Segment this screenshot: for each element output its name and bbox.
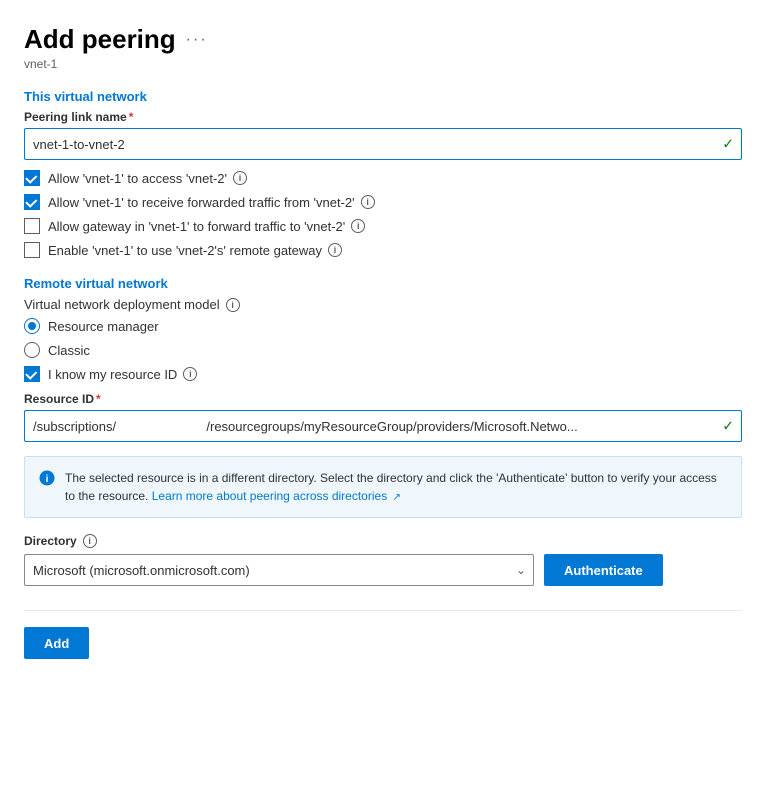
radio-classic[interactable] [24, 342, 40, 358]
radio-row-resource-manager: Resource manager [24, 318, 742, 334]
checkbox-row-4: Enable 'vnet-1' to use 'vnet-2's' remote… [24, 242, 742, 258]
directory-select[interactable]: Microsoft (microsoft.onmicrosoft.com) [24, 554, 534, 586]
resource-id-checkmark-icon: ✓ [722, 418, 734, 435]
external-link-icon: ↗ [393, 490, 401, 505]
resource-id-wrapper: ✓ [24, 410, 742, 442]
radio-resource-manager[interactable] [24, 318, 40, 334]
checkbox-2[interactable] [24, 194, 40, 210]
checkbox-know-resource-id[interactable] [24, 366, 40, 382]
checkbox-row-resource-id: I know my resource ID i [24, 366, 742, 382]
info-box-message: The selected resource is in a different … [65, 469, 727, 505]
authenticate-button[interactable]: Authenticate [544, 554, 663, 586]
directory-select-wrapper: Microsoft (microsoft.onmicrosoft.com) ⌄ [24, 554, 534, 586]
directory-label-row: Directory i [24, 534, 742, 548]
checkbox-3-label: Allow gateway in 'vnet-1' to forward tra… [48, 219, 365, 234]
directory-info-icon[interactable]: i [83, 534, 97, 548]
resource-id-label: Resource ID* [24, 392, 742, 406]
title-ellipsis: ··· [186, 31, 208, 49]
footer-divider [24, 610, 742, 611]
directory-label: Directory [24, 534, 77, 548]
checkbox-1-label: Allow 'vnet-1' to access 'vnet-2' i [48, 171, 247, 186]
checkbox-2-label: Allow 'vnet-1' to receive forwarded traf… [48, 195, 375, 210]
peering-link-name-input[interactable] [24, 128, 742, 160]
checkbox-4[interactable] [24, 242, 40, 258]
deployment-model-info-icon[interactable]: i [226, 298, 240, 312]
checkbox-1[interactable] [24, 170, 40, 186]
title-text: Add peering [24, 24, 176, 55]
info-box-icon: i [39, 470, 55, 491]
deployment-model-label-row: Virtual network deployment model i [24, 297, 742, 312]
directory-row: Microsoft (microsoft.onmicrosoft.com) ⌄ … [24, 554, 742, 586]
resource-id-input[interactable] [24, 410, 742, 442]
section-this-vnet: This virtual network [24, 89, 742, 104]
deployment-model-label: Virtual network deployment model [24, 297, 220, 312]
svg-text:i: i [46, 474, 49, 485]
peering-link-name-wrapper: ✓ [24, 128, 742, 160]
checkbox-4-info-icon[interactable]: i [328, 243, 342, 257]
peering-link-name-label: Peering link name* [24, 110, 742, 124]
checkbox-row-2: Allow 'vnet-1' to receive forwarded traf… [24, 194, 742, 210]
page-title: Add peering ··· [24, 24, 208, 55]
learn-more-link[interactable]: Learn more about peering across director… [152, 489, 401, 503]
checkbox-row-3: Allow gateway in 'vnet-1' to forward tra… [24, 218, 742, 234]
section-remote-vnet: Remote virtual network [24, 276, 742, 291]
radio-row-classic: Classic [24, 342, 742, 358]
checkbox-3[interactable] [24, 218, 40, 234]
radio-resource-manager-label: Resource manager [48, 319, 159, 334]
info-box: i The selected resource is in a differen… [24, 456, 742, 518]
checkbox-4-label: Enable 'vnet-1' to use 'vnet-2's' remote… [48, 243, 342, 258]
checkbox-3-info-icon[interactable]: i [351, 219, 365, 233]
checkbox-row-1: Allow 'vnet-1' to access 'vnet-2' i [24, 170, 742, 186]
checkbox-know-resource-id-label: I know my resource ID i [48, 367, 197, 382]
input-checkmark-icon: ✓ [722, 136, 734, 153]
checkbox-1-info-icon[interactable]: i [233, 171, 247, 185]
radio-classic-label: Classic [48, 343, 90, 358]
page-subtitle: vnet-1 [24, 57, 742, 71]
add-button[interactable]: Add [24, 627, 89, 659]
checkbox-2-info-icon[interactable]: i [361, 195, 375, 209]
know-resource-id-info-icon[interactable]: i [183, 367, 197, 381]
